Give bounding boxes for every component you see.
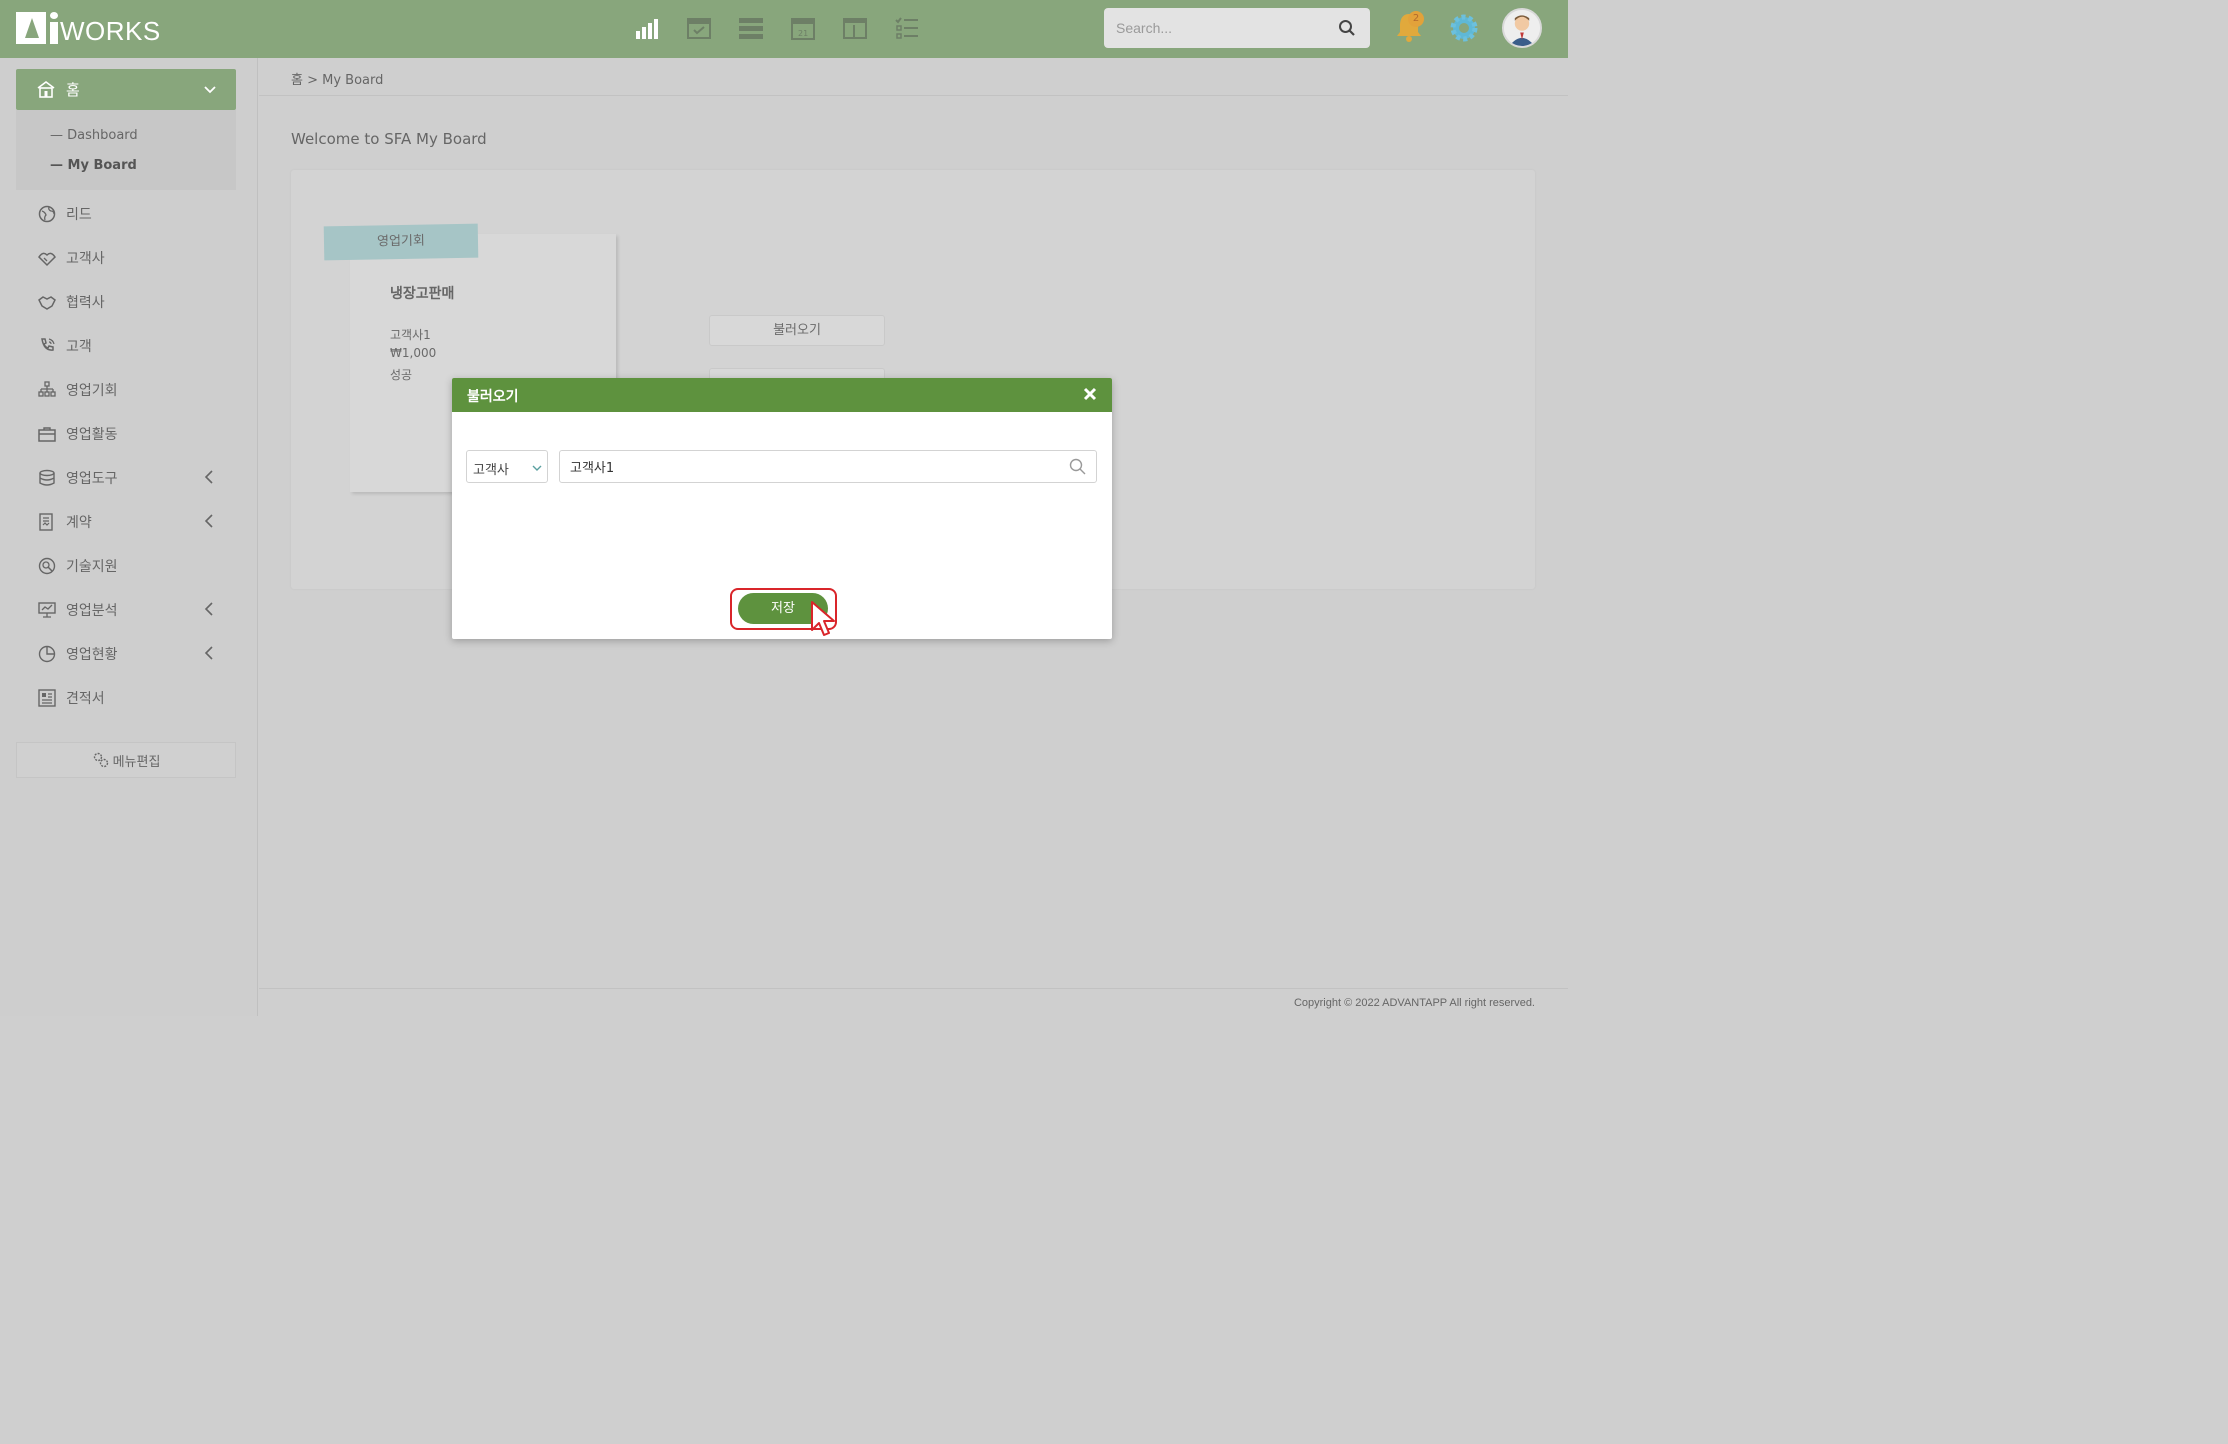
sidebar-item-label: 영업기회 [66, 383, 118, 399]
sidebar-item-contract[interactable]: 계약 [38, 510, 92, 534]
support-icon [38, 557, 56, 575]
sidebar-item-label: 홈 [66, 81, 80, 99]
mouse-cursor-icon [811, 601, 835, 636]
chart-icon[interactable] [634, 14, 660, 42]
chevron-left-icon[interactable] [204, 646, 214, 660]
piechart-icon [38, 645, 56, 663]
sidebar-subitem-dashboard[interactable]: — Dashboard [50, 128, 138, 143]
note-status: 성공 [390, 368, 413, 382]
customer-search-field [559, 450, 1097, 483]
sidebar-item-label: 기술지원 [66, 559, 118, 575]
sidebar-subitem-my-board[interactable]: — My Board [50, 158, 137, 173]
sidebar-item-quote[interactable]: 견적서 [38, 686, 105, 710]
quote-icon [38, 689, 56, 707]
chevron-left-icon[interactable] [204, 602, 214, 616]
list-icon[interactable] [738, 14, 764, 42]
logo-text: WORKS [60, 15, 161, 46]
calendar-check-icon[interactable] [686, 14, 712, 42]
sidebar-item-label: 영업분석 [66, 603, 118, 619]
svg-text:21: 21 [798, 29, 808, 38]
load-button[interactable]: 불러오기 [709, 315, 885, 346]
gears-icon [93, 752, 108, 768]
chevron-left-icon[interactable] [204, 470, 214, 484]
note-amount: ₩1,000 [390, 346, 437, 360]
page-title: Welcome to SFA My Board [291, 130, 487, 148]
org-icon [38, 381, 56, 397]
contract-icon [39, 513, 53, 531]
avatar[interactable] [1502, 8, 1542, 48]
sidebar-item-label: 고객 [66, 339, 92, 355]
sidebar-item-customer-company[interactable]: 고객사 [38, 246, 105, 270]
notification-badge: 2 [1408, 11, 1424, 27]
chevron-down-icon [532, 465, 542, 471]
logo-mark [16, 12, 46, 44]
customer-search-input[interactable] [570, 451, 1050, 482]
note-customer: 고객사1 [390, 328, 431, 342]
search-icon[interactable] [1338, 19, 1356, 37]
sidebar-item-label: 영업현황 [66, 647, 118, 663]
sidebar-item-tech-support[interactable]: 기술지원 [38, 554, 118, 578]
chevron-down-icon [204, 86, 216, 94]
sidebar-item-home[interactable]: 홈 [16, 69, 236, 110]
sidebar-item-label: 계약 [66, 515, 92, 531]
partner-icon [38, 296, 56, 310]
load-modal: 불러오기 고객사 저장 [452, 378, 1112, 639]
sidebar-item-sales-status[interactable]: 영업현황 [38, 642, 118, 666]
logo[interactable]: WORKS [16, 8, 161, 48]
breadcrumb: 홈 > My Board [291, 73, 384, 88]
sidebar-item-opportunity[interactable]: 영업기회 [38, 378, 118, 402]
logo-i [50, 12, 58, 44]
home-icon [37, 81, 55, 98]
briefcase-icon [38, 427, 56, 442]
database-icon [39, 469, 55, 486]
copyright: Copyright © 2022 ADVANTAPP All right res… [1293, 997, 1535, 1009]
search-icon[interactable] [1069, 458, 1086, 475]
top-header: WORKS 21 2 [0, 0, 1568, 58]
menu-edit-label: 메뉴편집 [112, 754, 161, 770]
toolbar-icons: 21 [634, 14, 920, 42]
divider [259, 95, 1568, 96]
sidebar-item-label: 리드 [66, 207, 92, 223]
footer-divider [259, 988, 1568, 989]
header-search [1104, 8, 1370, 48]
sidebar-item-customer[interactable]: 고객 [38, 334, 92, 358]
sidebar-item-partner[interactable]: 협력사 [38, 290, 105, 314]
phone-icon [41, 338, 55, 351]
sidebar-item-lead[interactable]: 리드 [38, 202, 92, 226]
panel-icon[interactable] [842, 14, 868, 42]
search-input[interactable] [1104, 8, 1334, 48]
home-submenu: — Dashboard — My Board [16, 110, 236, 190]
sidebar-item-label: 견적서 [66, 691, 105, 707]
sidebar-item-label: 영업활동 [66, 427, 118, 443]
modal-header: 불러오기 [452, 378, 1112, 412]
close-icon[interactable] [1083, 387, 1097, 401]
sidebar-item-label: 협력사 [66, 295, 105, 311]
sidebar-item-label: 고객사 [66, 251, 105, 267]
sidebar-item-sales-analysis[interactable]: 영업분석 [38, 598, 118, 622]
chevron-left-icon[interactable] [204, 514, 214, 528]
calendar-icon[interactable]: 21 [790, 14, 816, 42]
sidebar-item-label: 영업도구 [66, 471, 118, 487]
checklist-icon[interactable] [894, 14, 920, 42]
sidebar-item-sales-tools[interactable]: 영업도구 [38, 466, 118, 490]
category-select-value: 고객사 [473, 463, 509, 478]
category-select[interactable]: 고객사 [466, 450, 548, 483]
globe-icon [38, 205, 56, 223]
sidebar-item-activity[interactable]: 영업활동 [38, 422, 118, 446]
modal-title: 불러오기 [467, 389, 519, 405]
note-title: 냉장고판매 [390, 286, 455, 302]
note-tag: 영업기회 [323, 223, 479, 261]
gear-icon[interactable] [1447, 11, 1481, 45]
presentation-icon [38, 602, 56, 618]
handshake-icon [38, 252, 56, 267]
menu-edit-button[interactable]: 메뉴편집 [16, 742, 236, 778]
sidebar: 홈 — Dashboard — My Board 리드 고객사 협력사 고객 영… [0, 58, 258, 1016]
